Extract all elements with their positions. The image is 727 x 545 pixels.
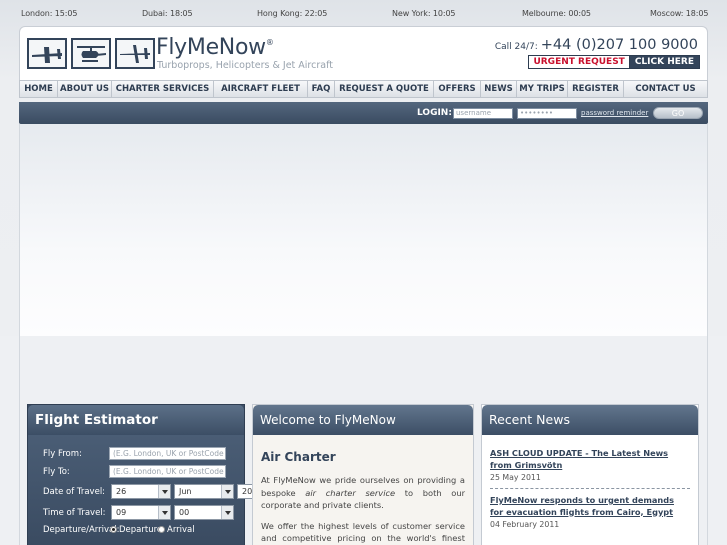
content-border-right <box>707 336 708 545</box>
clock-moscow: Moscow: 18:05 <box>650 9 709 18</box>
login-go-button[interactable]: GO <box>653 107 703 119</box>
urgent-request-label: URGENT REQUEST <box>529 56 630 68</box>
day-select[interactable]: 26 <box>111 484 171 499</box>
fly-to-input[interactable]: (E.G. London, UK or PostCode <box>109 465 226 478</box>
day-value: 26 <box>116 487 127 496</box>
click-here-label: CLICK HERE <box>629 56 699 68</box>
news-item: FlyMeNow responds to urgent demands for … <box>490 495 690 535</box>
clock-hong-kong: Hong Kong: 22:05 <box>257 9 328 18</box>
login-label: LOGIN: <box>417 108 452 118</box>
fly-from-label: Fly From: <box>43 449 82 459</box>
news-item-date: 04 February 2011 <box>490 520 560 529</box>
username-input[interactable]: username <box>453 108 513 119</box>
main-nav: HOME ABOUT US CHARTER SERVICES AIRCRAFT … <box>19 80 708 98</box>
nav-home[interactable]: HOME <box>20 81 58 97</box>
flight-estimator-body: Fly From: (E.G. London, UK or PostCode F… <box>28 435 299 545</box>
radio-unselected-icon <box>158 526 165 533</box>
fly-from-input[interactable]: (E.G. London, UK or PostCode <box>109 447 226 460</box>
nav-register[interactable]: REGISTER <box>568 81 624 97</box>
brand-name-text: FlyMeNow <box>156 35 266 60</box>
welcome-body: Air Charter At FlyMeNow we pride ourselv… <box>253 435 473 545</box>
clock-melbourne: Melbourne: 00:05 <box>522 9 591 18</box>
nav-aircraft-fleet[interactable]: AIRCRAFT FLEET <box>214 81 308 97</box>
nav-offers[interactable]: OFFERS <box>434 81 481 97</box>
password-reminder-link[interactable]: password reminder <box>581 109 648 117</box>
site-header: FlyMeNow® Turboprops, Helicopters & Jet … <box>19 26 708 80</box>
departure-radio-label: Departure <box>119 525 163 535</box>
nav-faq[interactable]: FAQ <box>308 81 335 97</box>
welcome-paragraph-1: At FlyMeNow we pride ourselves on provid… <box>261 474 465 512</box>
arrival-radio-label: Arrival <box>167 525 195 535</box>
phone-contact: Call 24/7: +44 (0)207 100 9000 <box>495 37 698 53</box>
nav-about-us[interactable]: ABOUT US <box>58 81 112 97</box>
recent-news-body: ASH CLOUD UPDATE - The Latest News from … <box>482 435 698 535</box>
content-border-left <box>19 336 20 545</box>
welcome-paragraph-2: We offer the highest levels of customer … <box>261 520 465 544</box>
air-charter-heading: Air Charter <box>261 450 336 464</box>
nav-my-trips[interactable]: MY TRIPS <box>517 81 568 97</box>
time-of-travel-label: Time of Travel: <box>43 508 106 518</box>
welcome-title: Welcome to FlyMeNow <box>253 405 473 435</box>
brand-tagline: Turboprops, Helicopters & Jet Aircraft <box>157 60 333 71</box>
month-select[interactable]: Jun <box>174 484 234 499</box>
login-bar: LOGIN: username •••••••• password remind… <box>19 102 708 124</box>
turboprop-icon <box>27 38 67 69</box>
welcome-p1-emphasis: air charter service <box>305 487 396 498</box>
fly-to-label: Fly To: <box>43 467 70 477</box>
world-clocks: London: 15:05 Dubai: 18:05 Hong Kong: 22… <box>0 0 727 26</box>
phone-number: +44 (0)207 100 9000 <box>540 37 698 53</box>
password-input[interactable]: •••••••• <box>517 108 577 119</box>
departure-radio[interactable]: Departure <box>110 525 162 535</box>
news-item-link[interactable]: FlyMeNow responds to urgent demands for … <box>490 495 690 518</box>
logo[interactable] <box>27 38 155 70</box>
recent-news-title: Recent News <box>482 405 698 435</box>
call-label: Call 24/7: <box>494 42 538 52</box>
hour-value: 09 <box>116 508 127 517</box>
departure-arrival-label: Departure/Arrival: <box>43 525 120 535</box>
clock-london: London: 15:05 <box>21 9 78 18</box>
date-of-travel-label: Date of Travel: <box>43 487 106 497</box>
radio-selected-icon <box>110 526 117 533</box>
jet-aircraft-icon <box>115 38 155 69</box>
minute-value: 00 <box>179 508 190 517</box>
recent-news-panel: Recent News ASH CLOUD UPDATE - The Lates… <box>481 404 699 545</box>
flight-estimator-title: Flight Estimator <box>28 405 244 435</box>
chevron-down-icon <box>158 485 170 498</box>
month-value: Jun <box>179 487 192 496</box>
news-item-date: 25 May 2011 <box>490 473 541 482</box>
flight-estimator-panel: Flight Estimator Fly From: (E.G. London,… <box>27 404 299 545</box>
nav-charter-services[interactable]: CHARTER SERVICES <box>112 81 214 97</box>
welcome-panel: Welcome to FlyMeNow Air Charter At FlyMe… <box>252 404 474 545</box>
chevron-down-icon <box>158 506 170 519</box>
chevron-down-icon <box>221 485 233 498</box>
nav-contact-us[interactable]: CONTACT US <box>624 81 707 97</box>
hero-banner <box>19 124 708 336</box>
registered-mark: ® <box>265 38 274 47</box>
news-item: ASH CLOUD UPDATE - The Latest News from … <box>490 448 690 489</box>
urgent-request-button[interactable]: URGENT REQUEST CLICK HERE <box>528 55 700 69</box>
arrival-radio[interactable]: Arrival <box>158 525 195 535</box>
helicopter-icon <box>71 38 111 69</box>
clock-new-york: New York: 10:05 <box>392 9 456 18</box>
minute-select[interactable]: 00 <box>174 505 234 520</box>
chevron-down-icon <box>221 506 233 519</box>
clock-dubai: Dubai: 18:05 <box>142 9 193 18</box>
nav-news[interactable]: NEWS <box>481 81 517 97</box>
hour-select[interactable]: 09 <box>111 505 171 520</box>
news-item-link[interactable]: ASH CLOUD UPDATE - The Latest News from … <box>490 448 690 471</box>
brand-name: FlyMeNow® <box>156 35 274 60</box>
nav-request-a-quote[interactable]: REQUEST A QUOTE <box>335 81 434 97</box>
